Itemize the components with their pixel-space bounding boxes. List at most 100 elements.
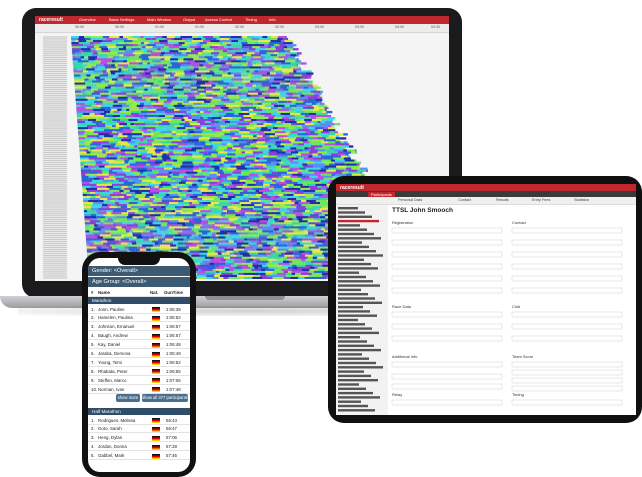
- timeline-segment: [192, 93, 200, 95]
- timeline-segment: [235, 52, 247, 54]
- timeline-segment: [182, 50, 191, 52]
- result-row[interactable]: 5.Gabbel, Mark57:46: [88, 452, 190, 461]
- result-row[interactable]: 1.Rodrigues, Melissa56:43: [88, 416, 190, 425]
- show-more-button[interactable]: show more: [116, 394, 140, 402]
- laptop-nav-basic-settings[interactable]: Basic Settings: [109, 17, 134, 22]
- timeline-segment: [321, 141, 328, 143]
- timeline-segment: [296, 206, 305, 208]
- result-row[interactable]: 5.Kay, Daniel1:06:48: [88, 341, 190, 350]
- timeline-segment: [153, 50, 156, 52]
- timeline-segment: [192, 253, 199, 255]
- show-all-button[interactable]: show all 377 participants: [142, 394, 188, 402]
- timeline-segment: [104, 129, 114, 131]
- result-row[interactable]: 8.Rhabata, Peter1:06:55: [88, 367, 190, 376]
- tab-participants[interactable]: Participants: [368, 192, 395, 197]
- timeline-segment: [230, 99, 241, 101]
- timeline-segment: [343, 133, 348, 135]
- timeline-segment: [178, 224, 182, 226]
- timeline-segment: [206, 166, 212, 168]
- timeline-label: 03:30: [355, 25, 364, 29]
- participant-list-panel[interactable]: [336, 205, 388, 415]
- result-row[interactable]: 10.Norman, Ivan1:07:48: [88, 385, 190, 394]
- timeline-segment: [223, 239, 233, 241]
- laptop-nav-output[interactable]: Output: [183, 17, 195, 22]
- timeline-segment: [193, 218, 202, 220]
- result-row[interactable]: 2.Goto, Sarah56:47: [88, 425, 190, 434]
- result-row[interactable]: 1.Jonn, Pauline1:06:38: [88, 305, 190, 314]
- timeline-segment: [183, 168, 194, 170]
- timeline-segment: [141, 162, 148, 164]
- timeline-segment: [91, 87, 94, 89]
- timeline-segment: [305, 236, 309, 238]
- result-time: 1:06:48: [166, 342, 181, 347]
- timeline-segment: [298, 151, 303, 153]
- timeline-segment: [299, 135, 310, 137]
- timeline-segment: [184, 66, 188, 68]
- result-row[interactable]: 3.Johnson, Emanuel1:06:57: [88, 323, 190, 332]
- timeline-segment: [290, 64, 297, 66]
- timeline-segment: [166, 174, 170, 176]
- tab-personal-data[interactable]: Personal Data: [398, 198, 422, 202]
- timeline-segment: [225, 188, 231, 190]
- participant-label: [43, 207, 67, 208]
- participant-label: [43, 211, 67, 212]
- timeline-segment: [193, 103, 201, 105]
- timeline-segment: [211, 66, 219, 68]
- timeline-segment: [164, 149, 168, 151]
- timeline-segment: [242, 141, 247, 143]
- timeline-segment: [95, 234, 100, 236]
- timeline-segment: [182, 44, 188, 46]
- age-group-filter[interactable]: Age Group: <Overall>: [88, 277, 190, 287]
- timeline-segment: [153, 200, 162, 202]
- tab-results[interactable]: Results: [496, 198, 509, 202]
- timeline-segment: [150, 206, 161, 208]
- laptop-nav-info[interactable]: Info: [269, 17, 276, 22]
- laptop-nav-main-window[interactable]: Main Window: [147, 17, 171, 22]
- timeline-segment: [109, 95, 112, 97]
- timeline-segment: [292, 93, 295, 95]
- timeline-segment: [230, 271, 242, 273]
- result-row[interactable]: 2.Hamelen, Paulina1:06:52: [88, 314, 190, 323]
- tab-statistics[interactable]: Statistics: [574, 198, 589, 202]
- timeline-segment: [161, 182, 168, 184]
- result-row[interactable]: 4.Jordan, Donna57:28: [88, 443, 190, 452]
- result-row[interactable]: 7.Young, Temi1:06:52: [88, 358, 190, 367]
- timeline-segment: [281, 40, 285, 42]
- timeline-segment: [315, 245, 319, 247]
- timeline-segment: [246, 56, 254, 58]
- result-row[interactable]: 3.Heng, Dylan57:06: [88, 434, 190, 443]
- timeline-segment: [336, 137, 342, 139]
- result-row[interactable]: 4.Baugh, Andrew1:06:57: [88, 332, 190, 341]
- laptop-nav-access-control[interactable]: Access Control: [205, 17, 232, 22]
- timeline-segment: [320, 216, 326, 218]
- timeline-segment: [346, 168, 352, 170]
- timeline-segment: [241, 216, 248, 218]
- timeline-segment: [303, 218, 314, 220]
- result-row[interactable]: 9.Steffen, Marco1:07:06: [88, 376, 190, 385]
- gender-filter[interactable]: Gender: <Overall>: [88, 266, 190, 276]
- timeline-segment: [204, 247, 209, 249]
- timeline-segment: [81, 172, 88, 174]
- timeline-segment: [169, 170, 180, 172]
- timeline-segment: [249, 243, 253, 245]
- result-row[interactable]: 6.Jaraba, Demona1:06:49: [88, 350, 190, 359]
- timeline-segment: [94, 129, 104, 131]
- tab-entry-fees[interactable]: Entry Fees: [532, 198, 550, 202]
- timeline-segment: [249, 99, 255, 101]
- timeline-segment: [284, 115, 295, 117]
- timeline-segment: [95, 44, 102, 46]
- laptop-nav-overview[interactable]: Overview: [79, 17, 96, 22]
- timeline-segment: [115, 239, 121, 241]
- timeline-segment: [133, 115, 144, 117]
- timeline-segment: [273, 119, 284, 121]
- timeline-segment: [82, 180, 93, 182]
- tab-contact[interactable]: Contact: [458, 198, 471, 202]
- timeline-segment: [253, 141, 256, 143]
- timeline-segment: [120, 196, 124, 198]
- timeline-segment: [192, 79, 202, 81]
- laptop-nav-timing[interactable]: Timing: [245, 17, 257, 22]
- timeline-segment: [283, 77, 291, 79]
- timeline-segment: [127, 149, 137, 151]
- timeline-segment: [281, 180, 285, 182]
- timeline-segment: [165, 79, 177, 81]
